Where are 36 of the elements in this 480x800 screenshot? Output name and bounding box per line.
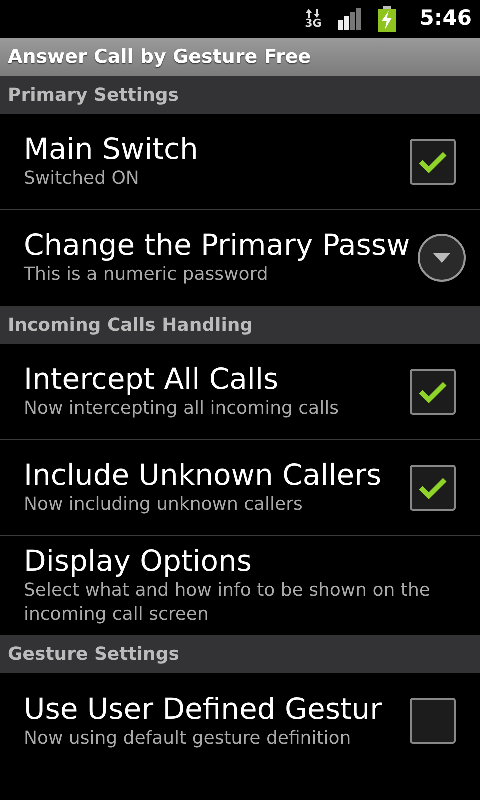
preference-title: Display Options [24,544,254,579]
preference-title: Use User Defined Gestur [24,692,384,727]
checkmark-icon [418,380,448,404]
preference-summary: This is a numeric password [24,263,270,288]
checkbox[interactable] [410,138,456,184]
section-header: Gesture Settings [8,642,180,667]
checkmark-icon [418,476,448,500]
preference-row[interactable]: Display Options Select what and how info to be shown on the incoming call screen [0,536,480,636]
network-type: 3G [305,18,322,29]
section-header: Incoming Calls Handling [8,314,254,338]
data-arrows-icon [306,9,320,18]
preference-title: Intercept All Calls [24,362,280,397]
window-title: Answer Call by Gesture Free [8,44,312,70]
preference-row[interactable]: Change the Primary Passw This is a numeric password [0,210,480,306]
preference-row[interactable]: Use User Defined Gestur Now using default gesture definition [0,673,480,770]
preference-row[interactable]: Intercept All Calls Now intercepting all incoming calls [0,344,480,440]
preference-row[interactable]: Include Unknown Callers Now including unknown callers [0,440,480,536]
clock: 5:46 [420,5,472,32]
preference-title: Change the Primary Passw [24,228,410,264]
checkbox[interactable] [410,464,456,510]
checkmark-icon [418,150,448,174]
signal-icon [338,8,362,30]
preference-summary: Select what and how info to be shown on the incoming call screen [24,578,432,628]
preference-summary: Now intercepting all incoming calls [24,396,340,421]
caret-icon [433,253,452,263]
dropdown-button[interactable] [418,234,466,282]
preference-summary: Now using default gesture definition [24,726,352,751]
section-header: Primary Settings [8,84,179,108]
preference-title: Main Switch [24,132,200,167]
preference-title: Include Unknown Callers [24,458,383,493]
battery-charging-icon [378,6,396,32]
preference-summary: Now including unknown callers [24,492,304,517]
preference-summary: Switched ON [24,166,140,191]
checkbox[interactable] [410,698,456,744]
checkbox[interactable] [410,368,456,414]
preference-row[interactable]: Main Switch Switched ON [0,114,480,210]
